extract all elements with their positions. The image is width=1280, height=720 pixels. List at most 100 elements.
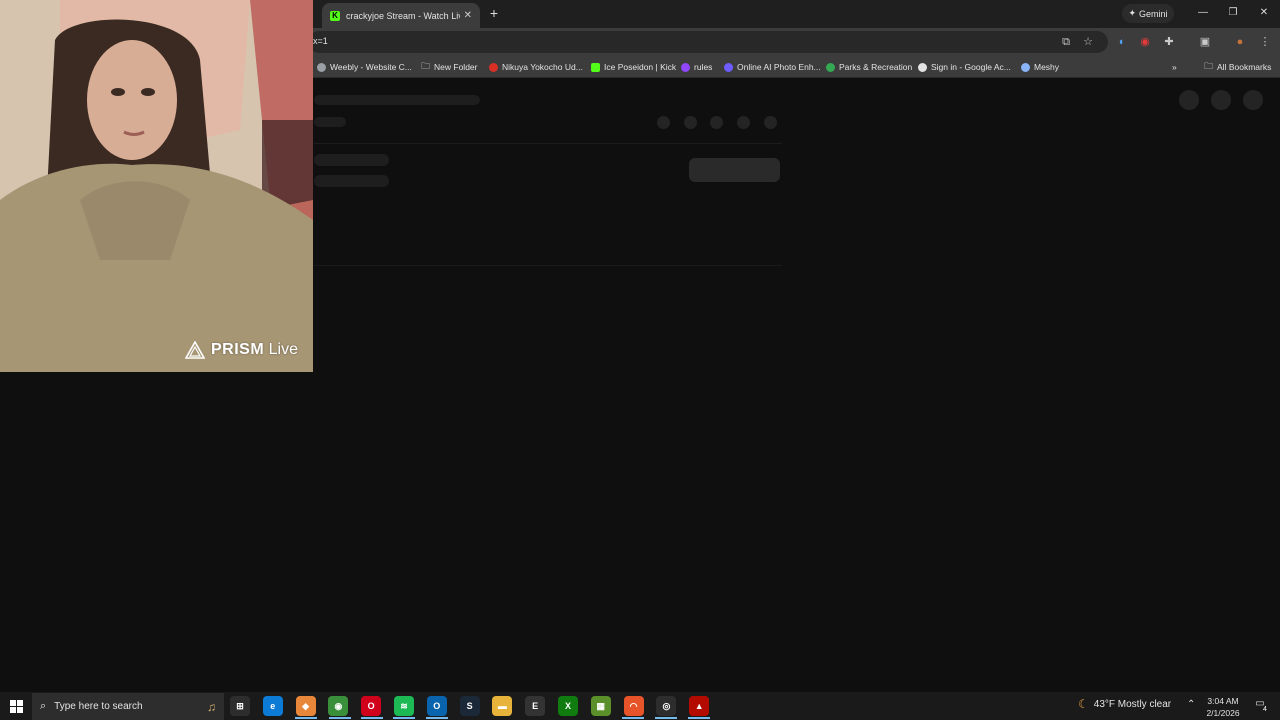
weather-moon-icon: ☾: [1078, 697, 1089, 711]
prism-brand: PRISM: [211, 341, 265, 358]
task-view-icon[interactable]: ⊞: [230, 696, 250, 716]
xbox-icon[interactable]: X: [558, 696, 578, 716]
bookmark-item[interactable]: Nikuya Yokocho Ud...: [489, 60, 583, 74]
webcam-feed-image: [0, 0, 313, 372]
skeleton-line: [314, 117, 346, 127]
skeleton-circle: [1179, 90, 1199, 110]
bookmark-item[interactable]: Sign in - Google Ac...: [918, 60, 1011, 74]
active-indicator: [295, 717, 317, 719]
active-indicator: [688, 717, 710, 719]
photo-ai-icon: [724, 62, 733, 72]
more-bookmarks-chevron-icon[interactable]: »: [1172, 60, 1177, 74]
skeleton-circle: [764, 116, 777, 129]
system-clock[interactable]: 3:04 AM 2/1/2026: [1200, 695, 1246, 719]
parks-icon: [826, 62, 835, 72]
google-icon: [918, 62, 927, 72]
taskbar-search[interactable]: ⌕ Type here to search ♫: [32, 693, 224, 720]
active-indicator: [622, 717, 644, 719]
restore-button[interactable]: ❐: [1219, 4, 1247, 22]
copilot-icon[interactable]: ◆: [295, 696, 316, 716]
close-window-button[interactable]: ✕: [1250, 4, 1278, 22]
bookmark-item[interactable]: Weebly - Website C...: [317, 60, 412, 74]
bookmark-item[interactable]: Online AI Photo Enh...: [724, 60, 821, 74]
skeleton-circle: [1211, 90, 1231, 110]
restaurant-icon: [489, 62, 498, 72]
skeleton-circle: [1243, 90, 1263, 110]
folder-icon: 🗀: [1204, 61, 1214, 71]
bookmark-star-icon[interactable]: ☆: [1080, 34, 1096, 50]
prism-live-watermark: PRISM Live: [185, 341, 298, 359]
all-bookmarks-button[interactable]: 🗀 All Bookmarks: [1204, 60, 1271, 74]
clock-time: 3:04 AM: [1207, 696, 1239, 706]
prism-suffix: Live: [268, 341, 298, 358]
chrome-icon[interactable]: ◉: [328, 696, 349, 716]
active-indicator: [655, 717, 677, 719]
obs-icon[interactable]: ◎: [656, 696, 677, 716]
address-bar[interactable]: [308, 31, 1108, 53]
meshy-icon: [1021, 62, 1030, 72]
new-tab-button[interactable]: +: [486, 5, 502, 21]
divider: [314, 143, 782, 144]
profile-avatar[interactable]: ●: [1232, 34, 1248, 50]
bookmark-item[interactable]: Meshy: [1021, 60, 1059, 74]
kick-favicon-icon: K: [330, 10, 340, 21]
minecraft-icon[interactable]: ▦: [590, 696, 611, 716]
spotify-icon[interactable]: ≋: [394, 696, 414, 716]
windows-logo-icon: [9, 699, 23, 713]
active-indicator: [426, 717, 448, 719]
bookmark-folder[interactable]: 🗀 New Folder: [421, 60, 477, 74]
bookmark-item[interactable]: rules: [681, 60, 712, 74]
sparkle-icon: ✦: [1128, 8, 1137, 18]
extension-audio-icon[interactable]: ◖: [1113, 34, 1129, 50]
skeleton-button: [689, 158, 780, 182]
side-panel-icon[interactable]: ▣: [1197, 34, 1213, 50]
active-indicator: [393, 717, 415, 719]
acrobat-icon[interactable]: ▲: [689, 696, 710, 716]
skeleton-circle: [684, 116, 697, 129]
prism-logo-icon: [185, 341, 205, 359]
steam-icon[interactable]: S: [459, 696, 480, 716]
url-text[interactable]: x=1: [313, 36, 328, 46]
epic-games-icon[interactable]: E: [525, 696, 546, 716]
tab-title: crackyjoe Stream - Watch Live: [346, 10, 460, 21]
weather-text: 43°F Mostly clear: [1093, 698, 1172, 710]
browser-tab[interactable]: K crackyjoe Stream - Watch Live ✕: [322, 3, 480, 28]
skeleton-circle: [710, 116, 723, 129]
active-indicator: [361, 717, 383, 719]
skeleton-line: [314, 154, 389, 166]
start-button[interactable]: [0, 692, 32, 720]
bookmark-item[interactable]: Parks & Recreation: [826, 60, 912, 74]
minimize-button[interactable]: —: [1189, 4, 1217, 22]
extension-red-icon[interactable]: ◉: [1137, 34, 1153, 50]
close-tab-icon[interactable]: ✕: [464, 10, 472, 21]
show-hidden-icons-chevron-icon[interactable]: ⌃: [1187, 699, 1195, 710]
brave-icon[interactable]: ◠: [623, 696, 644, 716]
notification-count: 4: [1263, 706, 1267, 713]
weather-widget[interactable]: ☾ 43°F Mostly clear: [1078, 697, 1171, 711]
skeleton-line: [314, 95, 480, 105]
bookmark-item[interactable]: Ice Poseidon | Kick: [591, 60, 676, 74]
skeleton-circle: [737, 116, 750, 129]
edge-icon[interactable]: e: [262, 696, 283, 716]
twitch-icon: [681, 62, 690, 72]
extensions-puzzle-icon[interactable]: ✚: [1161, 34, 1177, 50]
kick-icon: [591, 62, 600, 72]
divider: [314, 265, 782, 266]
webcam-overlay: [0, 0, 313, 372]
file-explorer-icon[interactable]: ▬: [492, 696, 513, 716]
opera-icon[interactable]: O: [361, 696, 382, 716]
skeleton-circle: [657, 116, 670, 129]
menu-kebab-icon[interactable]: ⋮: [1257, 34, 1273, 50]
outlook-icon[interactable]: O: [426, 696, 447, 716]
search-icon: ⌕: [40, 700, 47, 712]
gemini-button[interactable]: ✦ Gemini: [1122, 4, 1174, 23]
skeleton-line: [314, 175, 389, 187]
folder-icon: 🗀: [421, 61, 431, 71]
globe-icon: [317, 62, 326, 72]
active-indicator: [329, 717, 351, 719]
clock-date: 2/1/2026: [1206, 708, 1240, 718]
search-highlight-icon: ♫: [207, 699, 216, 714]
gemini-label: Gemini: [1139, 8, 1168, 19]
install-app-icon[interactable]: ⧉: [1058, 34, 1074, 50]
search-placeholder: Type here to search: [54, 701, 143, 712]
